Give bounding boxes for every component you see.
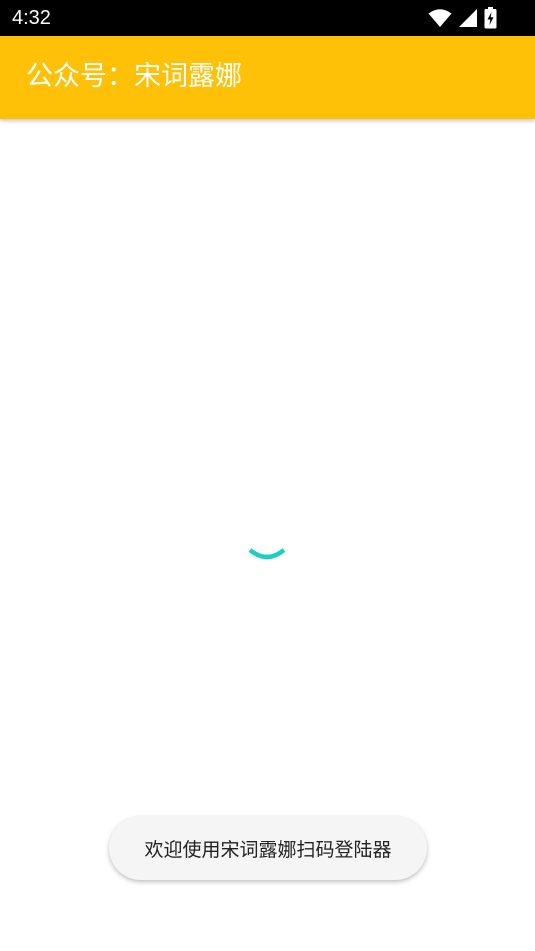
toast: 欢迎使用宋词露娜扫码登陆器	[109, 816, 427, 880]
cellular-signal-icon	[458, 8, 478, 28]
status-icons	[428, 7, 497, 29]
wifi-icon	[428, 8, 452, 28]
status-time: 4:32	[12, 7, 51, 29]
app-screen: 4:32 公众号：宋词露娜 欢迎使用宋词露娜扫码登陆器	[0, 0, 535, 951]
app-title: 公众号：宋词露娜	[26, 61, 242, 92]
status-bar: 4:32	[0, 0, 535, 36]
spinner-icon	[243, 547, 291, 571]
app-bar: 公众号：宋词露娜	[0, 36, 535, 119]
toast-message: 欢迎使用宋词露娜扫码登陆器	[144, 838, 392, 861]
battery-charging-icon	[484, 7, 497, 29]
